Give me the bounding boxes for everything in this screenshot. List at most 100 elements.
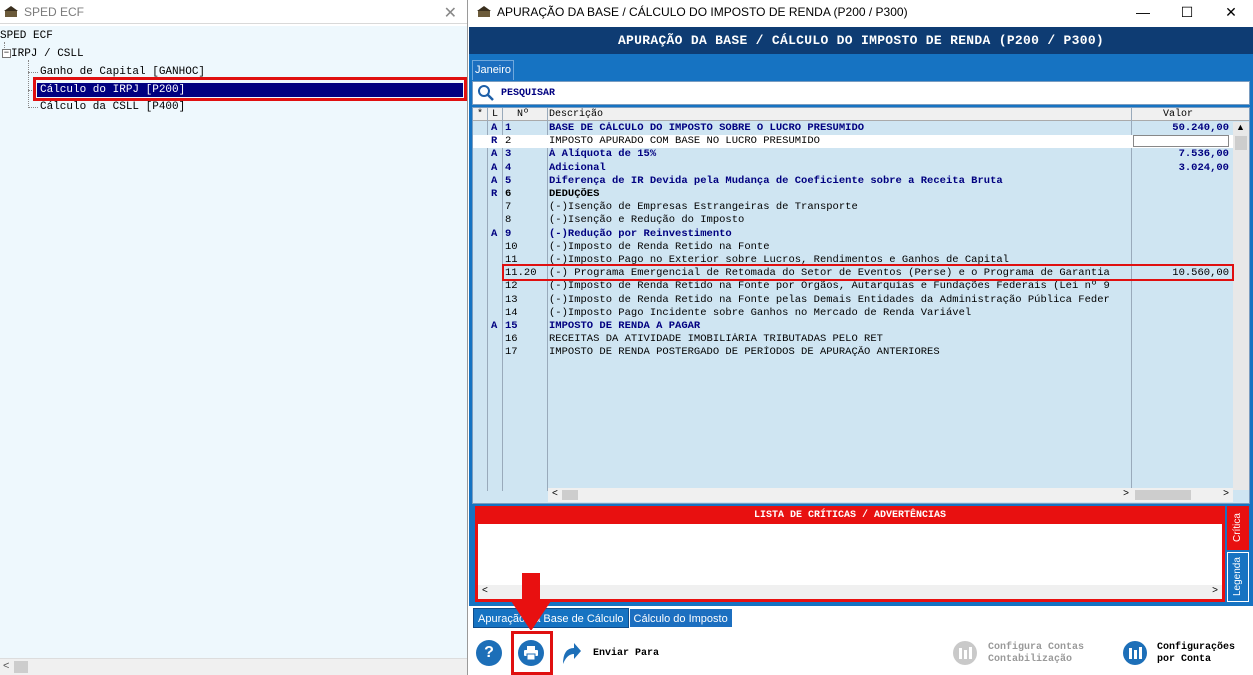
highlight-box-row-11-20 <box>502 264 1234 281</box>
row-flag: A <box>491 227 498 240</box>
scroll-thumb[interactable] <box>1235 136 1247 150</box>
table-row[interactable]: R 2 IMPOSTO APURADO COM BASE NO LUCRO PRES… <box>473 135 1233 149</box>
config-per-account-icon[interactable] <box>1122 640 1148 666</box>
maximize-button[interactable]: ☐ <box>1165 0 1209 24</box>
row-value[interactable]: 50.240,00 <box>1133 122 1229 135</box>
scroll-right-arrow-icon[interactable]: > <box>1123 488 1129 499</box>
left-window-title: SPED ECF <box>24 4 85 19</box>
search-icon[interactable] <box>477 84 495 102</box>
row-flag: A <box>491 320 498 332</box>
row-flag: R <box>491 135 498 148</box>
criticas-panel: LISTA DE CRÍTICAS / ADVERTÊNCIAS < > <box>475 506 1225 602</box>
scroll-left-arrow-icon[interactable]: < <box>3 660 9 672</box>
send-to-button[interactable]: Enviar Para <box>593 648 659 660</box>
search-label: PESQUISAR <box>501 87 556 99</box>
send-arrow-icon[interactable] <box>560 640 582 666</box>
row-number: 6 <box>505 188 512 200</box>
table-row[interactable]: 14 (-)Imposto Pago Incidente sobre Ganhos… <box>473 307 1233 320</box>
printer-icon <box>524 646 538 661</box>
scroll-right-arrow-icon[interactable]: > <box>1223 488 1229 499</box>
tree-group-irpj-csll[interactable]: − IRPJ / CSLL <box>2 47 84 61</box>
scroll-thumb[interactable] <box>14 661 28 673</box>
table-row[interactable]: A 5 Diferença de IR Devida pela Mudança de… <box>473 175 1233 188</box>
scroll-left-arrow-icon[interactable]: < <box>552 488 558 499</box>
help-button[interactable]: ? <box>476 640 502 666</box>
window-controls: — ☐ ✕ <box>1121 0 1253 24</box>
grid-horizontal-scrollbar[interactable]: < > <box>548 488 1133 502</box>
search-bar[interactable]: PESQUISAR <box>472 81 1250 105</box>
row-flag: A <box>491 148 498 161</box>
config-contas-contabilizacao-button[interactable]: Configura Contas Contabilização <box>988 642 1084 666</box>
row-flag: A <box>491 122 498 134</box>
row-number: 10 <box>505 240 518 253</box>
row-description: (-)Imposto de Renda Retido na Fonte pela… <box>549 293 1110 306</box>
row-description: (-)Imposto de Renda Retido na Fonte <box>549 240 770 253</box>
scroll-left-arrow-icon[interactable]: < <box>482 585 488 596</box>
left-horizontal-scrollbar[interactable]: < <box>0 658 467 675</box>
table-row[interactable]: A 15 IMPOSTO DE RENDA A PAGAR <box>473 320 1233 333</box>
row-description: DEDUÇÕES <box>549 188 600 200</box>
row-number: 15 <box>505 320 518 332</box>
row-number: 16 <box>505 333 518 346</box>
header-descricao: Descrição <box>549 109 604 120</box>
tab-critica[interactable]: Crítica <box>1227 506 1249 550</box>
tree-item-calculo-csll[interactable]: Cálculo da CSLL [P400] <box>40 100 185 114</box>
table-row[interactable]: 7 (-)Isenção de Empresas Estrangeiras de … <box>473 201 1233 214</box>
table-row[interactable]: A3 À Alíquota de 15% 7.536,00 <box>473 148 1233 161</box>
apuracao-window: APURAÇÃO DA BASE / CÁLCULO DO IMPOSTO DE… <box>469 0 1253 675</box>
tree-connector <box>28 72 38 73</box>
table-row[interactable]: 16 RECEITAS DA ATIVIDADE IMOBILIÁRIA TRIB… <box>473 333 1233 346</box>
row-number: 12 <box>505 280 518 293</box>
row-value[interactable]: 7.536,00 <box>1133 148 1229 161</box>
sped-ecf-window: SPED ECF ✕ SPED ECF − IRPJ / CSLL Ganho d… <box>0 0 468 675</box>
row-value[interactable] <box>1133 135 1229 148</box>
row-description: IMPOSTO DE RENDA A PAGAR <box>549 320 701 332</box>
app-icon <box>4 5 18 17</box>
config-accounts-icon[interactable] <box>952 640 978 666</box>
row-number: 2 <box>505 135 512 148</box>
row-description: (-)Isenção e Redução do Imposto <box>549 214 745 227</box>
config-por-conta-button[interactable]: Configurações por Conta <box>1157 642 1235 666</box>
left-titlebar: SPED ECF <box>0 0 467 24</box>
tab-calculo-imposto[interactable]: Cálculo do Imposto <box>628 608 733 628</box>
tree-connector <box>28 60 29 108</box>
row-description: IMPOSTO APURADO COM BASE NO LUCRO PRESUM… <box>549 135 820 148</box>
scroll-thumb[interactable] <box>562 490 578 500</box>
table-row[interactable]: 8 (-)Isenção e Redução do Imposto <box>473 214 1233 227</box>
grid-header: * L Nº Descrição Valor <box>473 108 1249 121</box>
table-row[interactable]: A 1 BASE DE CÁLCULO DO IMPOSTO SOBRE O LUC… <box>473 122 1233 135</box>
row-description: (-)Imposto Pago Incidente sobre Ganhos n… <box>549 306 972 319</box>
criticas-scrollbar[interactable]: < > <box>478 585 1222 599</box>
tab-janeiro[interactable]: Janeiro <box>472 60 514 80</box>
value-horizontal-scrollbar[interactable]: > <box>1133 488 1233 502</box>
table-row[interactable]: A 9 (-)Redução por Reinvestimento <box>473 228 1233 241</box>
table-row[interactable]: 12 (-)Imposto de Renda Retido na Fonte po… <box>473 280 1233 293</box>
table-row[interactable]: 10 (-)Imposto de Renda Retido na Fonte <box>473 241 1233 254</box>
row-number: 8 <box>505 214 512 227</box>
row-description: IMPOSTO DE RENDA POSTERGADO DE PERÍODOS … <box>549 346 940 359</box>
side-tabs: Crítica Legenda <box>1227 506 1249 604</box>
close-button[interactable]: ✕ <box>1209 0 1253 24</box>
print-button[interactable] <box>518 640 544 666</box>
row-value[interactable]: 3.024,00 <box>1133 162 1229 175</box>
collapse-icon[interactable]: − <box>2 48 11 58</box>
header-star: * <box>477 109 484 120</box>
table-row[interactable]: 13 (-)Imposto de Renda Retido na Fonte pe… <box>473 294 1233 307</box>
left-close-button[interactable]: ✕ <box>444 3 457 23</box>
row-description: Adicional <box>549 161 606 174</box>
tab-legenda[interactable]: Legenda <box>1227 552 1249 602</box>
row-description: (-)Redução por Reinvestimento <box>549 227 732 240</box>
table-row[interactable]: A 4 Adicional 3.024,00 <box>473 162 1233 175</box>
highlight-box-tree-selection <box>33 77 467 101</box>
row-flag: A <box>491 161 498 174</box>
scroll-thumb[interactable] <box>1135 490 1191 500</box>
table-row[interactable]: 17 IMPOSTO DE RENDA POSTERGADO DE PERÍODO… <box>473 346 1233 359</box>
criticas-title: LISTA DE CRÍTICAS / ADVERTÊNCIAS <box>478 509 1222 524</box>
grid-vertical-scrollbar[interactable]: ▲ <box>1233 122 1249 490</box>
scroll-up-icon[interactable]: ▲ <box>1236 122 1245 132</box>
row-flag: R <box>491 188 498 200</box>
scroll-right-arrow-icon[interactable]: > <box>1212 585 1218 596</box>
table-row[interactable]: R 6 DEDUÇÕES <box>473 188 1233 201</box>
tree-root[interactable]: SPED ECF <box>0 29 53 43</box>
minimize-button[interactable]: — <box>1121 0 1165 24</box>
